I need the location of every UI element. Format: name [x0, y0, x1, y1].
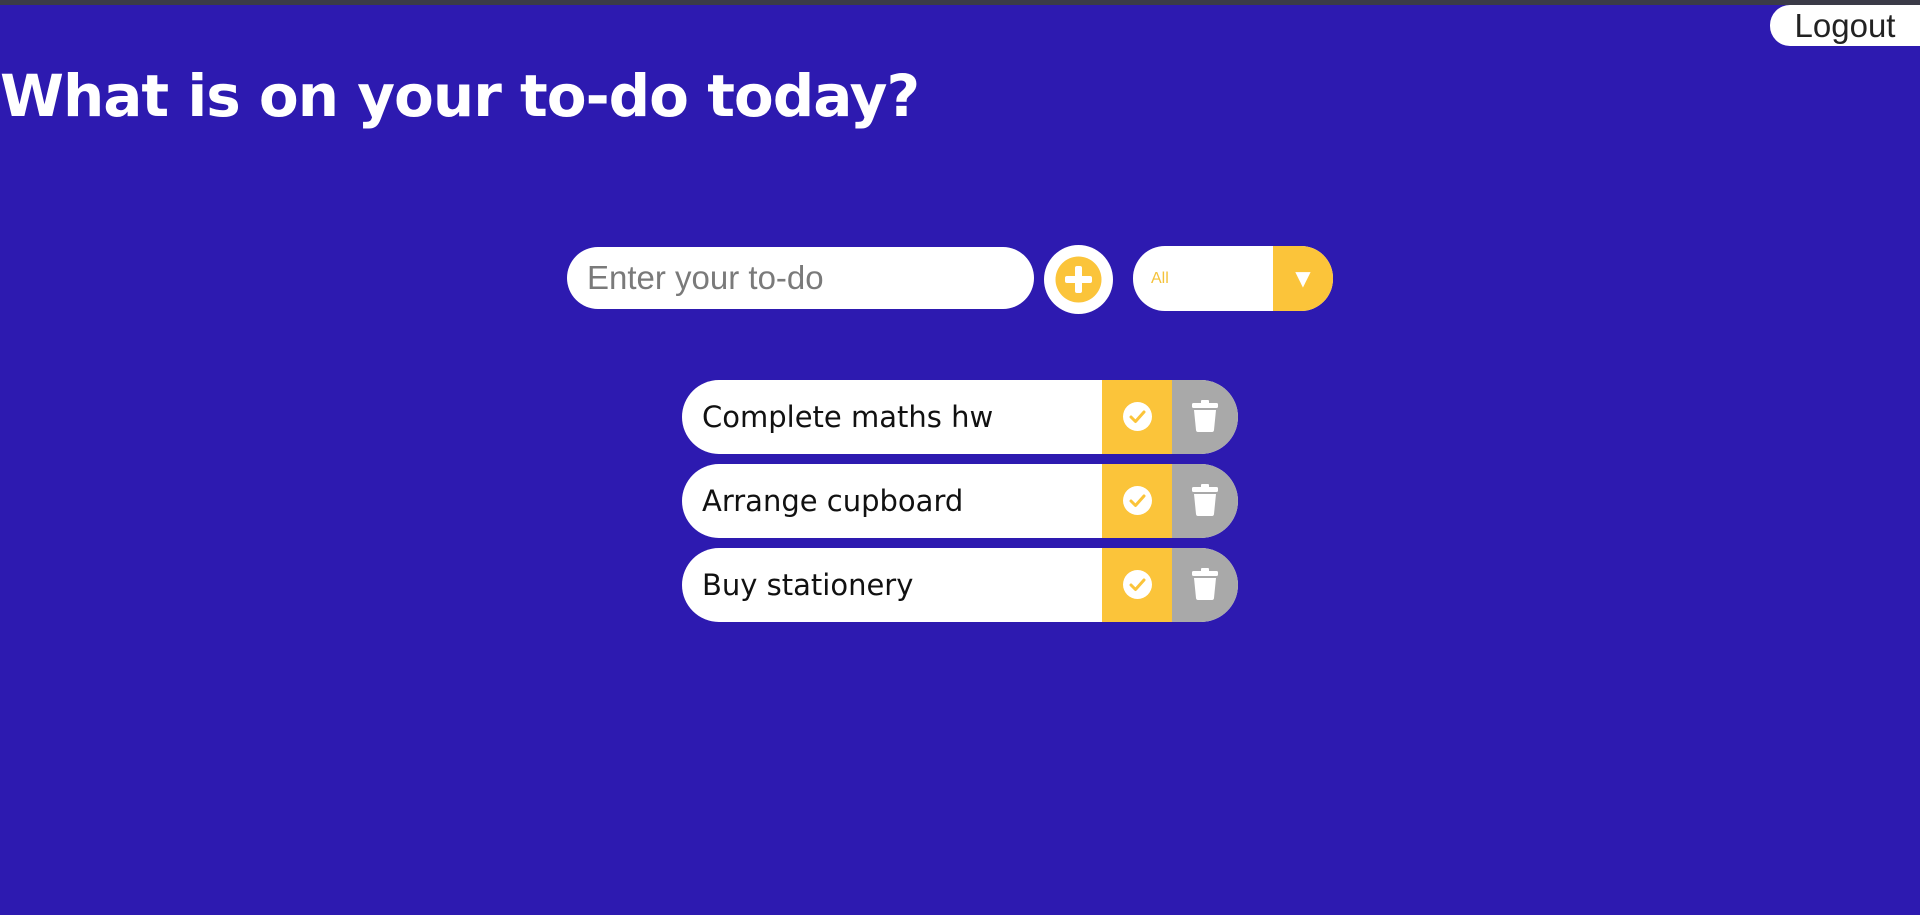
delete-button[interactable]	[1172, 380, 1238, 454]
logout-button[interactable]: Logout	[1770, 5, 1920, 46]
browser-top-border	[0, 0, 1920, 5]
todo-text: Arrange cupboard	[702, 484, 964, 518]
todo-list: Complete maths hw Arrange cupboard Buy s…	[682, 380, 1238, 632]
filter-select[interactable]: All ▼	[1133, 246, 1333, 311]
filter-dropdown-toggle[interactable]: ▼	[1273, 246, 1333, 311]
trash-icon	[1192, 484, 1218, 516]
check-circle-icon	[1123, 570, 1152, 599]
check-circle-icon	[1123, 402, 1152, 431]
chevron-down-icon: ▼	[1295, 266, 1311, 290]
complete-button[interactable]	[1102, 464, 1172, 538]
todo-item: Buy stationery	[682, 548, 1238, 622]
trash-icon	[1192, 568, 1218, 600]
complete-button[interactable]	[1102, 380, 1172, 454]
add-todo-button[interactable]	[1044, 245, 1113, 314]
page-title: What is on your to-do today?	[0, 62, 920, 130]
todo-item: Complete maths hw	[682, 380, 1238, 454]
todo-item: Arrange cupboard	[682, 464, 1238, 538]
complete-button[interactable]	[1102, 548, 1172, 622]
todo-text: Buy stationery	[702, 568, 914, 602]
trash-icon	[1192, 400, 1218, 432]
check-circle-icon	[1123, 486, 1152, 515]
filter-selected-value: All	[1151, 270, 1169, 287]
delete-button[interactable]	[1172, 548, 1238, 622]
todo-input[interactable]	[567, 247, 1034, 309]
delete-button[interactable]	[1172, 464, 1238, 538]
todo-text: Complete maths hw	[702, 400, 994, 434]
plus-circle-icon	[1055, 256, 1102, 303]
